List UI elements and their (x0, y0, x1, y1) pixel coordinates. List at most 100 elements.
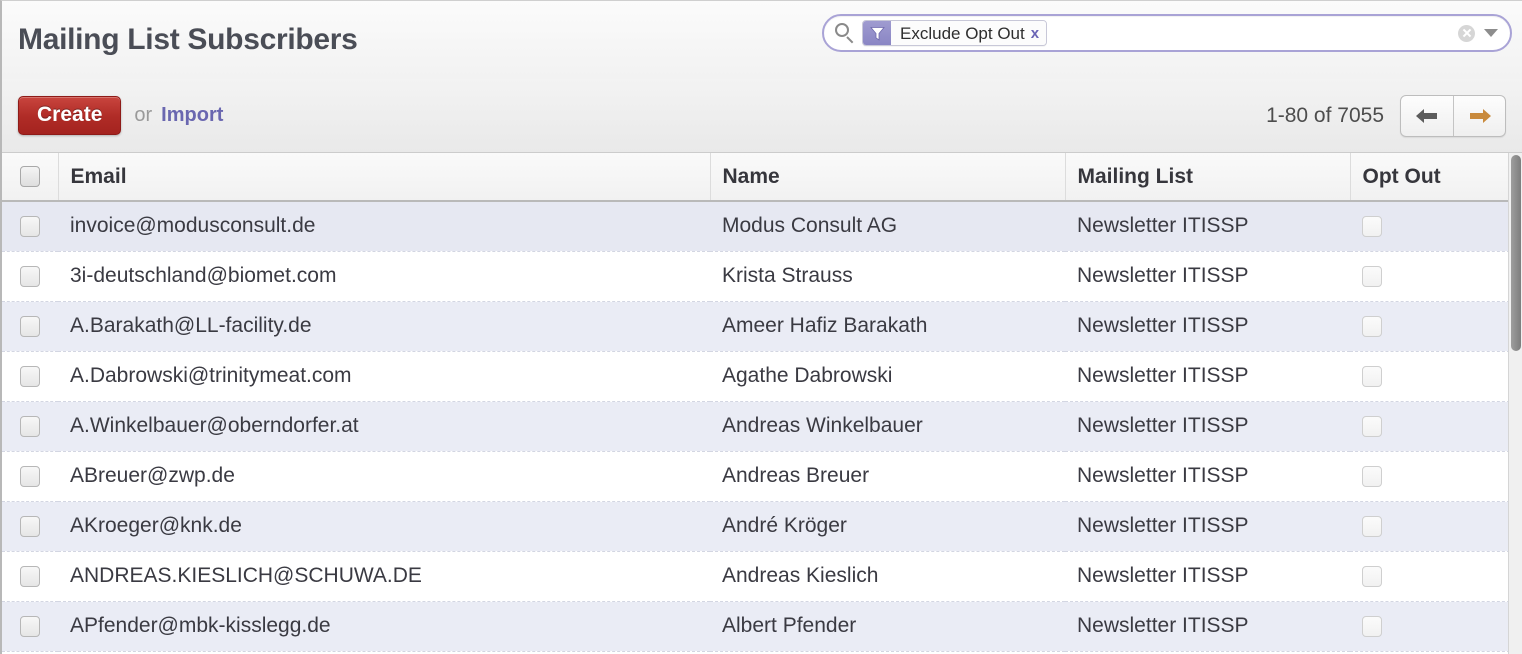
table-row[interactable]: 3i-deutschland@biomet.com Krista Strauss N… (2, 251, 1508, 302)
arrow-left-icon (1416, 108, 1437, 123)
cell-email: APfender@mbk-kisslegg.de (58, 601, 710, 652)
cell-opt-out (1350, 451, 1508, 502)
row-select-checkbox[interactable] (20, 415, 40, 437)
search-controls (1458, 24, 1502, 42)
import-link[interactable]: Import (161, 104, 223, 127)
cell-mailing-list: Newsletter ITISSP (1065, 501, 1350, 552)
cell-name: Ameer Hafiz Barakath (710, 301, 1065, 352)
table-row[interactable]: A.Dabrowski@trinitymeat.com Agathe Dabrow… (2, 351, 1508, 402)
select-all-checkbox[interactable] (19, 166, 40, 188)
cell-email: A.Winkelbauer@oberndorfer.at (58, 401, 710, 452)
cell-mailing-list: Newsletter ITISSP (1065, 401, 1350, 452)
table-header-row: Email Name Mailing List Opt Out (2, 153, 1508, 202)
cell-opt-out (1350, 601, 1508, 652)
row-select-cell (2, 201, 58, 252)
cell-name: Andreas Kieslich (710, 551, 1065, 602)
table-head: Email Name Mailing List Opt Out (2, 153, 1508, 202)
pagination-count: 1-80 of 7055 (1266, 103, 1384, 127)
cell-mailing-list: Newsletter ITISSP (1065, 251, 1350, 302)
cell-opt-out (1350, 301, 1508, 352)
column-header-opt-out[interactable]: Opt Out (1350, 153, 1508, 202)
row-select-cell (2, 551, 58, 602)
cell-email: A.Barakath@LL-facility.de (58, 301, 710, 352)
pagination: 1-80 of 7055 (1266, 94, 1506, 137)
row-select-checkbox[interactable] (20, 265, 40, 287)
cell-email: A.Dabrowski@trinitymeat.com (58, 351, 710, 402)
search-bar[interactable]: Exclude Opt Out x (822, 14, 1512, 52)
subscribers-table-container: Email Name Mailing List Opt Out invoice@… (2, 153, 1508, 654)
column-header-name[interactable]: Name (710, 153, 1066, 202)
cell-email: 3i-deutschland@biomet.com (58, 251, 710, 302)
select-all-header (2, 153, 59, 202)
cell-opt-out (1350, 251, 1508, 302)
row-select-cell (2, 251, 58, 302)
opt-out-checkbox[interactable] (1362, 265, 1382, 287)
opt-out-checkbox[interactable] (1362, 465, 1382, 487)
row-select-checkbox[interactable] (20, 615, 40, 637)
cell-opt-out (1350, 551, 1508, 602)
cell-mailing-list: Newsletter ITISSP (1065, 551, 1350, 602)
action-bar: Create or Import 1-80 of 7055 (2, 79, 1522, 153)
table-row[interactable]: A.Winkelbauer@oberndorfer.at Andreas Wink… (2, 401, 1508, 452)
table-row[interactable]: APfender@mbk-kisslegg.de Albert Pfender Ne… (2, 601, 1508, 652)
previous-page-button[interactable] (1401, 96, 1453, 136)
cell-mailing-list: Newsletter ITISSP (1065, 351, 1350, 402)
table-row[interactable]: ANDREAS.KIESLICH@SCHUWA.DE Andreas Kiesli… (2, 551, 1508, 602)
cell-opt-out (1350, 501, 1508, 552)
table-row[interactable]: A.Barakath@LL-facility.de Ameer Hafiz Bar… (2, 301, 1508, 352)
cell-mailing-list: Newsletter ITISSP (1065, 201, 1350, 252)
row-select-cell (2, 301, 58, 352)
column-header-email[interactable]: Email (58, 153, 711, 202)
vertical-scrollbar[interactable] (1508, 153, 1522, 654)
chevron-down-icon[interactable] (1484, 29, 1498, 37)
column-header-mailing-list[interactable]: Mailing List (1065, 153, 1351, 202)
row-select-checkbox[interactable] (20, 365, 40, 387)
cell-opt-out (1350, 351, 1508, 402)
facet-remove-button[interactable]: x (1031, 26, 1039, 41)
page-title: Mailing List Subscribers (18, 23, 358, 56)
row-select-checkbox[interactable] (20, 216, 40, 238)
row-select-checkbox[interactable] (20, 565, 40, 587)
row-select-checkbox[interactable] (20, 315, 40, 337)
cell-name: Andreas Breuer (710, 451, 1065, 502)
search-facet-exclude-opt-out[interactable]: Exclude Opt Out x (862, 20, 1048, 46)
row-select-cell (2, 401, 58, 452)
table-row[interactable]: invoice@modusconsult.de Modus Consult AG N… (2, 201, 1508, 252)
cell-mailing-list: Newsletter ITISSP (1065, 451, 1350, 502)
table-body: invoice@modusconsult.de Modus Consult AG N… (2, 201, 1508, 652)
opt-out-checkbox[interactable] (1362, 565, 1382, 587)
cell-name: André Kröger (710, 501, 1065, 552)
top-bar: Mailing List Subscribers Exclude Opt Out… (2, 1, 1522, 79)
clear-circle-icon[interactable] (1458, 24, 1475, 42)
table-row[interactable]: AKroeger@knk.de André Kröger Newsletter IT… (2, 501, 1508, 552)
cell-name: Krista Strauss (710, 251, 1065, 302)
opt-out-checkbox[interactable] (1362, 415, 1382, 437)
next-page-button[interactable] (1453, 95, 1505, 136)
arrow-right-icon (1469, 108, 1491, 123)
row-select-cell (2, 351, 58, 402)
search-icon (834, 22, 856, 44)
row-select-cell (2, 451, 58, 502)
opt-out-checkbox[interactable] (1362, 365, 1382, 387)
scrollbar-thumb[interactable] (1511, 155, 1521, 351)
or-label: or (134, 104, 153, 126)
cell-mailing-list: Newsletter ITISSP (1065, 601, 1350, 652)
create-button[interactable]: Create (18, 95, 122, 136)
facet-label: Exclude Opt Out (900, 23, 1025, 43)
opt-out-checkbox[interactable] (1362, 615, 1382, 637)
cell-email: AKroeger@knk.de (58, 501, 710, 552)
facet-body: Exclude Opt Out x (891, 21, 1047, 45)
opt-out-checkbox[interactable] (1362, 515, 1382, 537)
pagination-buttons (1400, 94, 1506, 137)
cell-opt-out (1350, 401, 1508, 452)
table-row[interactable]: ABreuer@zwp.de Andreas Breuer Newsletter I… (2, 451, 1508, 502)
cell-name: Andreas Winkelbauer (710, 401, 1065, 452)
cell-opt-out (1350, 201, 1508, 252)
row-select-checkbox[interactable] (20, 515, 40, 537)
row-select-cell (2, 501, 58, 552)
row-select-checkbox[interactable] (20, 465, 40, 487)
subscribers-table: Email Name Mailing List Opt Out invoice@… (2, 153, 1508, 652)
filter-funnel-icon (863, 21, 891, 45)
opt-out-checkbox[interactable] (1362, 315, 1382, 337)
opt-out-checkbox[interactable] (1362, 216, 1382, 238)
